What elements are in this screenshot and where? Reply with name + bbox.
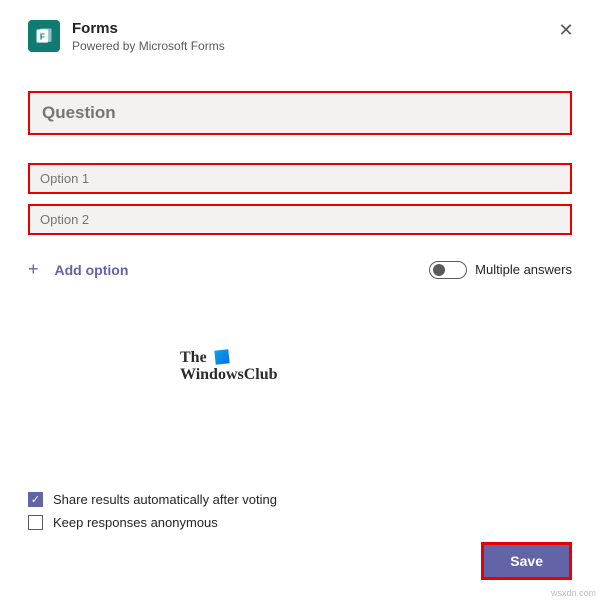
title-block: Forms Powered by Microsoft Forms xyxy=(72,20,225,53)
save-button[interactable]: Save xyxy=(484,545,569,577)
question-input[interactable] xyxy=(30,93,570,133)
option2-input[interactable] xyxy=(30,206,570,233)
checkmark-icon: ✓ xyxy=(31,493,40,506)
attribution-text: wsxdn.com xyxy=(551,588,596,598)
add-option-button[interactable]: + Add option xyxy=(28,259,128,280)
dialog-footer: ✓ Share results automatically after voti… xyxy=(28,482,572,580)
forms-dialog: F Forms Powered by Microsoft Forms ✕ + A… xyxy=(0,0,600,600)
forms-glyph-icon: F xyxy=(34,26,54,46)
keep-anonymous-label: Keep responses anonymous xyxy=(53,515,218,530)
app-title: Forms xyxy=(72,20,225,37)
multiple-answers-toggle[interactable] xyxy=(429,261,467,279)
watermark-square-icon xyxy=(214,349,229,364)
form-content: + Add option Multiple answers xyxy=(28,91,572,280)
option1-highlight xyxy=(28,163,572,194)
share-results-label: Share results automatically after voting xyxy=(53,492,277,507)
watermark-line2: WindowsClub xyxy=(180,366,278,383)
plus-icon: + xyxy=(28,259,39,280)
question-highlight xyxy=(28,91,572,135)
button-row: Save xyxy=(28,542,572,580)
option-controls-row: + Add option Multiple answers xyxy=(28,259,572,280)
keep-anonymous-checkbox[interactable] xyxy=(28,515,43,530)
close-icon: ✕ xyxy=(558,20,573,40)
watermark-line1: The xyxy=(180,349,207,366)
option1-input[interactable] xyxy=(30,165,570,192)
option2-highlight xyxy=(28,204,572,235)
save-highlight: Save xyxy=(481,542,572,580)
share-results-row: ✓ Share results automatically after voti… xyxy=(28,492,572,507)
multiple-answers-label: Multiple answers xyxy=(475,262,572,277)
add-option-label: Add option xyxy=(55,262,129,278)
app-subtitle: Powered by Microsoft Forms xyxy=(72,39,225,53)
dialog-header: F Forms Powered by Microsoft Forms ✕ xyxy=(28,20,572,53)
keep-anonymous-row: Keep responses anonymous xyxy=(28,515,572,530)
forms-app-icon: F xyxy=(28,20,60,52)
svg-text:F: F xyxy=(40,31,45,41)
close-button[interactable]: ✕ xyxy=(556,20,576,40)
toggle-knob xyxy=(433,264,445,276)
watermark: The WindowsClub xyxy=(180,350,278,384)
multiple-answers-control: Multiple answers xyxy=(429,261,572,279)
share-results-checkbox[interactable]: ✓ xyxy=(28,492,43,507)
